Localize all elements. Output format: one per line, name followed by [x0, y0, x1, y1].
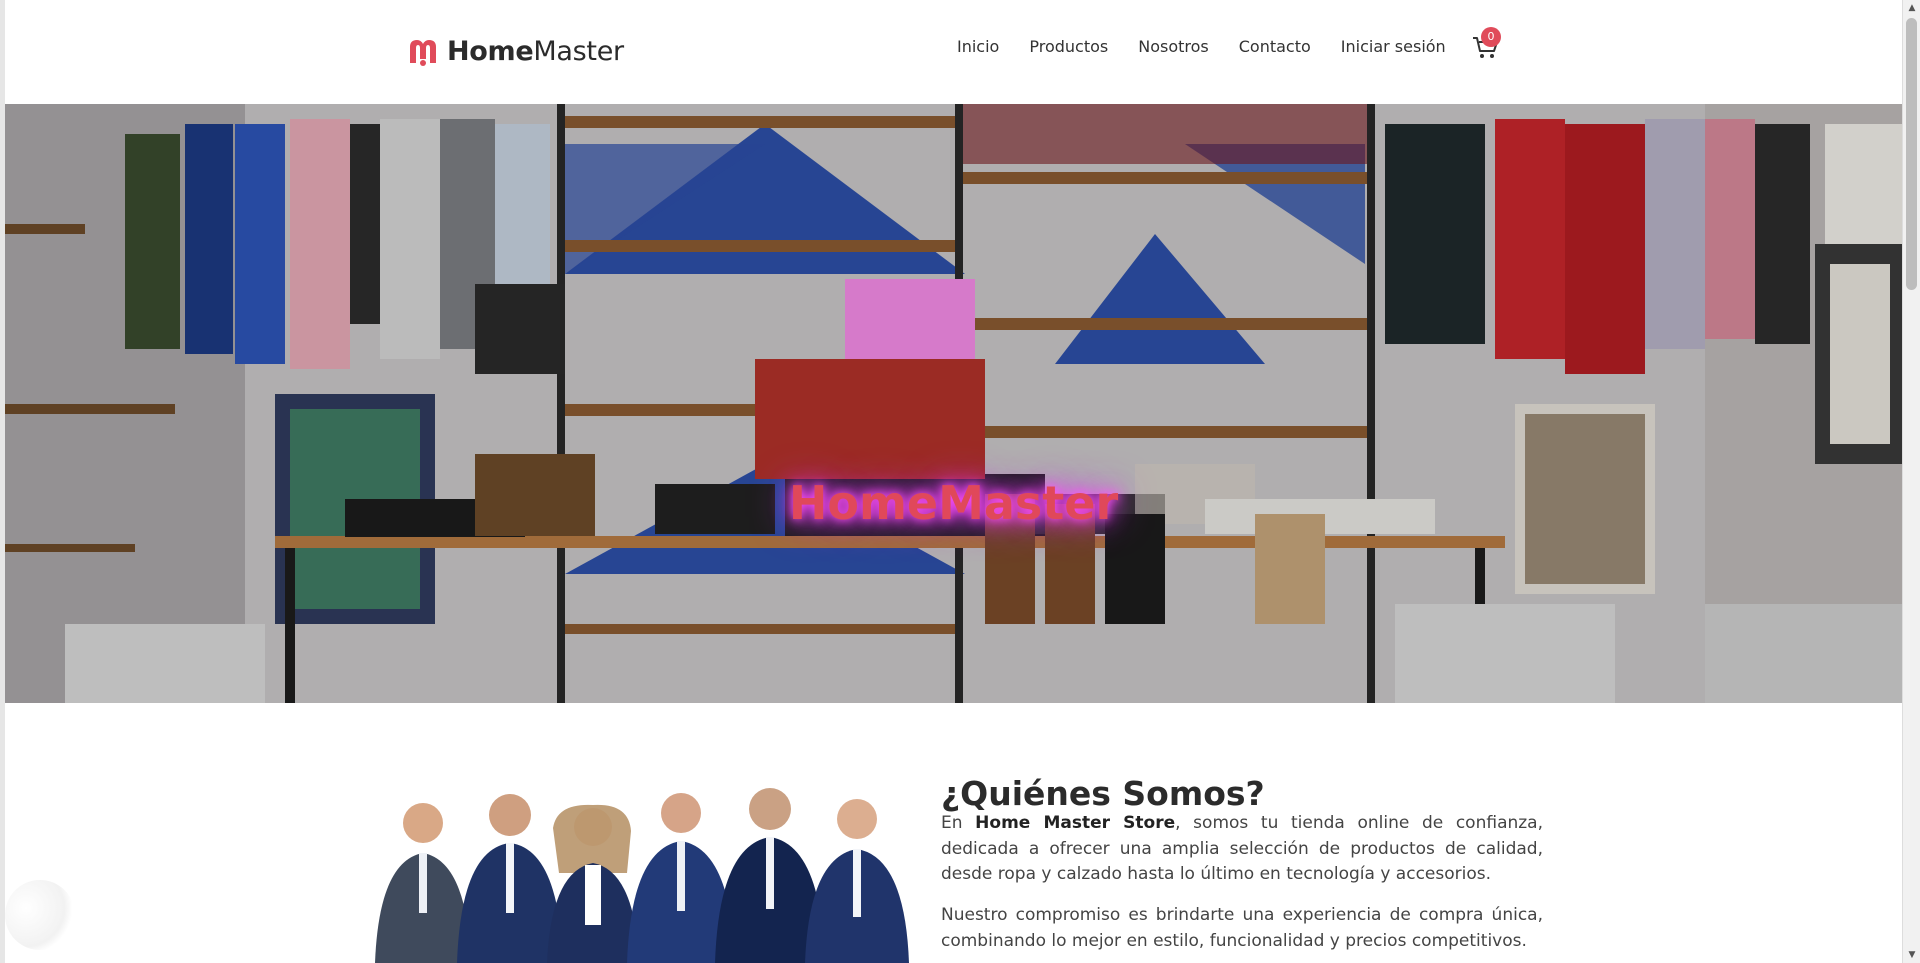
nav-item-productos[interactable]: Productos: [1029, 37, 1108, 56]
nav-item-contacto[interactable]: Contacto: [1239, 37, 1311, 56]
site-header: HomeMaster Inicio Productos Nosotros Con…: [5, 0, 1902, 104]
main-nav: Inicio Productos Nosotros Contacto Inici…: [957, 37, 1476, 56]
cart-count-badge: 0: [1481, 27, 1501, 47]
store-name: Home Master Store: [975, 813, 1176, 833]
scroll-down-arrow-icon[interactable]: ▼: [1903, 947, 1920, 963]
hero-title: HomeMaster: [788, 476, 1119, 530]
chat-widget-icon[interactable]: [5, 880, 75, 950]
logo-text: HomeMaster: [447, 36, 624, 67]
hero-banner: HomeMaster: [5, 104, 1902, 703]
brand-logo[interactable]: HomeMaster: [407, 36, 624, 67]
page-scrollbar[interactable]: ▲ ▼: [1902, 0, 1920, 963]
logo-icon: [410, 39, 436, 66]
about-title: ¿Quiénes Somos?: [941, 774, 1265, 814]
nav-item-nosotros[interactable]: Nosotros: [1138, 37, 1209, 56]
scroll-up-arrow-icon[interactable]: ▲: [1903, 0, 1920, 16]
about-paragraph-2: Nuestro compromiso es brindarte una expe…: [941, 905, 1543, 951]
page: HomeMaster Inicio Productos Nosotros Con…: [5, 0, 1902, 963]
nav-item-inicio[interactable]: Inicio: [957, 37, 999, 56]
about-section: ¿Quiénes Somos? En Home Master Store, so…: [5, 703, 1902, 963]
about-paragraph-1: En Home Master Store, somos tu tienda on…: [941, 813, 1544, 884]
scroll-thumb[interactable]: [1906, 18, 1917, 290]
nav-item-iniciar-sesion[interactable]: Iniciar sesión: [1341, 37, 1446, 56]
team-photo: [375, 788, 909, 963]
store-interior-image: [5, 104, 1902, 703]
